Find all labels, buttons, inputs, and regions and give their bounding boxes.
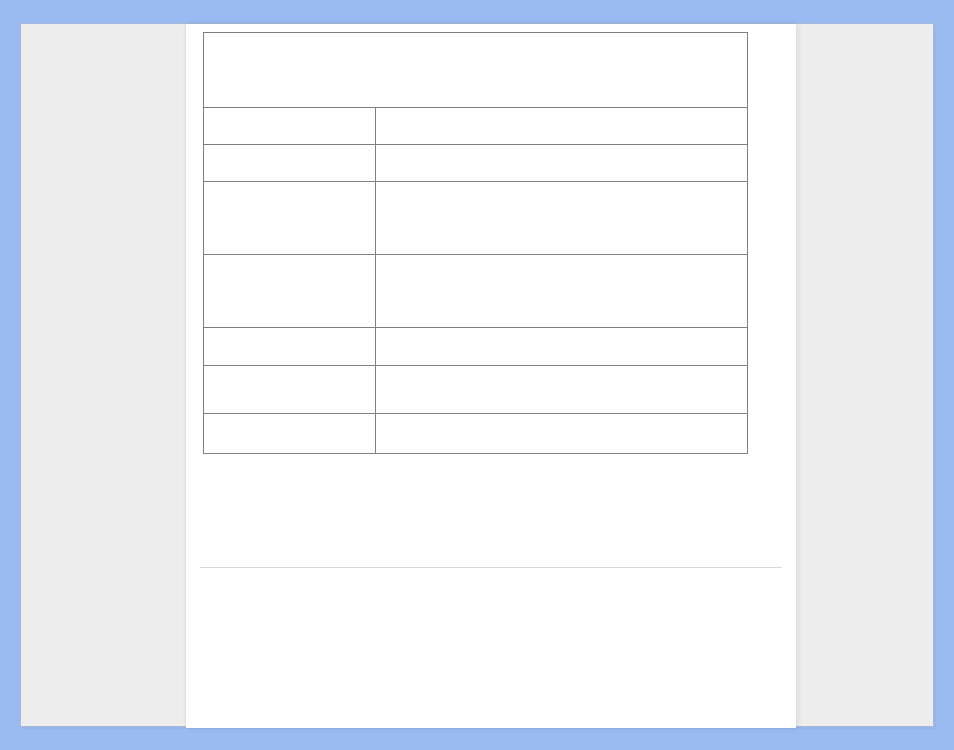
table-cell-label[interactable] <box>204 255 376 328</box>
horizontal-rule <box>200 567 782 568</box>
editor-background <box>20 23 934 727</box>
table-row <box>204 182 748 255</box>
table-row <box>204 366 748 414</box>
table-row <box>204 33 748 108</box>
table-cell-value[interactable] <box>376 108 748 145</box>
table-cell-label[interactable] <box>204 328 376 366</box>
table-cell-label[interactable] <box>204 414 376 454</box>
table-cell-label[interactable] <box>204 366 376 414</box>
table-row <box>204 328 748 366</box>
table-row <box>204 145 748 182</box>
table-cell-value[interactable] <box>376 145 748 182</box>
table-row <box>204 255 748 328</box>
table-cell-value[interactable] <box>376 328 748 366</box>
table-row <box>204 414 748 454</box>
table-cell-span[interactable] <box>204 33 748 108</box>
table-cell-label[interactable] <box>204 145 376 182</box>
table-cell-value[interactable] <box>376 255 748 328</box>
table-cell-value[interactable] <box>376 182 748 255</box>
document-table-wrap <box>203 32 747 454</box>
table-cell-value[interactable] <box>376 414 748 454</box>
table-row <box>204 108 748 145</box>
table-cell-label[interactable] <box>204 108 376 145</box>
document-page[interactable] <box>186 24 796 728</box>
window-frame <box>0 0 954 750</box>
document-table <box>203 32 748 454</box>
table-cell-label[interactable] <box>204 182 376 255</box>
table-cell-value[interactable] <box>376 366 748 414</box>
